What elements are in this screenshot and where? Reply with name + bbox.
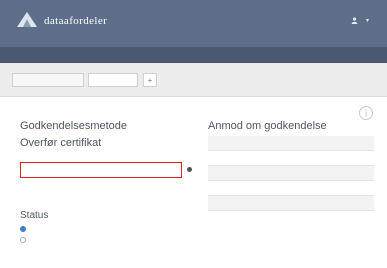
table-row[interactable]	[208, 166, 374, 181]
radio-selected[interactable]	[20, 226, 26, 232]
chevron-down-icon: ▾	[365, 18, 369, 24]
info-icon[interactable]: i	[359, 106, 373, 120]
logo-icon	[17, 12, 37, 27]
table-row[interactable]	[208, 136, 374, 151]
user-menu[interactable]: ▾	[351, 17, 369, 24]
status-heading: Status	[20, 210, 49, 221]
tab-1[interactable]	[12, 73, 84, 87]
app-header: dataafordeler ▾	[0, 0, 387, 47]
user-icon	[351, 17, 358, 24]
request-section: Anmod om godkendelse	[208, 120, 374, 211]
required-indicator	[187, 167, 192, 172]
method-section: Godkendelsesmetode Overfør certifikat	[20, 120, 192, 178]
sub-navigation	[0, 47, 387, 63]
status-option-1[interactable]	[20, 226, 170, 232]
status-section: Status	[20, 210, 170, 243]
table-row[interactable]	[208, 196, 374, 211]
table-row[interactable]	[208, 151, 374, 166]
method-heading: Godkendelsesmetode	[20, 120, 128, 132]
certificate-input[interactable]	[20, 162, 182, 178]
status-option-2[interactable]	[20, 237, 170, 243]
request-heading: Anmod om godkendelse	[208, 120, 327, 132]
add-tab-button[interactable]: +	[143, 73, 157, 87]
request-list	[208, 136, 374, 211]
tab-2[interactable]	[88, 73, 138, 87]
table-row[interactable]	[208, 181, 374, 196]
radio-unselected[interactable]	[20, 237, 26, 243]
brand-name[interactable]: dataafordeler	[44, 15, 107, 27]
tabs-bar: +	[0, 63, 387, 97]
certificate-heading: Overfør certifikat	[20, 137, 102, 149]
